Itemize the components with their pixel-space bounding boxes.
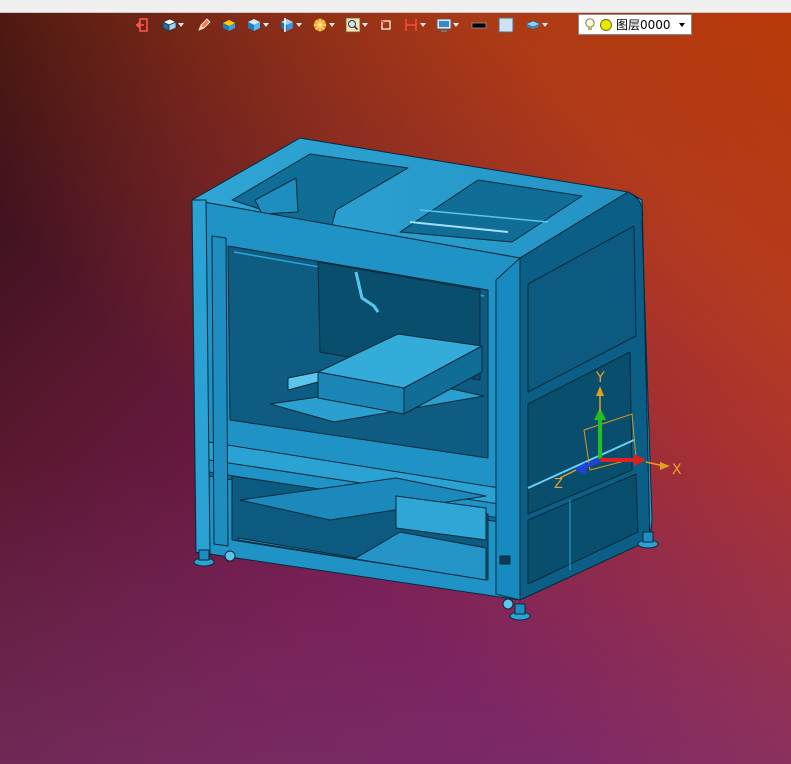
menu-strip — [0, 0, 791, 13]
rotate-view-icon[interactable] — [378, 17, 394, 33]
chevron-down-icon[interactable] — [679, 22, 685, 27]
chevron-down-icon[interactable] — [541, 17, 549, 33]
toolbar-item-line-style[interactable] — [471, 15, 487, 35]
layer-dropdown[interactable]: 图层0000 — [578, 14, 692, 35]
triad-x-label: X — [672, 462, 682, 478]
toolbar-item-zoom[interactable] — [345, 15, 369, 35]
cad-model-view[interactable]: Y X Z — [0, 0, 791, 764]
solid-box-icon[interactable] — [221, 17, 237, 33]
toolbar-item-section[interactable] — [279, 15, 303, 35]
background-color-icon[interactable] — [498, 17, 514, 33]
exit-sketch-icon[interactable] — [134, 17, 150, 33]
toolbar-item-appearance[interactable] — [312, 15, 336, 35]
measure-icon[interactable] — [403, 17, 419, 33]
toolbar-item-layers[interactable] — [525, 15, 549, 35]
lightbulb-icon[interactable] — [584, 17, 596, 33]
pencil-icon[interactable] — [196, 17, 212, 33]
triad-y-label: Y — [595, 370, 605, 386]
yellow-dot-icon[interactable] — [599, 18, 613, 32]
toolbar-item-rotate[interactable] — [378, 15, 394, 35]
zoom-icon[interactable] — [345, 17, 361, 33]
triad-z-label: Z — [554, 477, 563, 492]
toolbar-item-exit[interactable] — [134, 15, 150, 35]
section-view-icon[interactable] — [279, 17, 295, 33]
toolbar-item-measure[interactable] — [403, 15, 427, 35]
chevron-down-icon[interactable] — [452, 17, 460, 33]
chevron-down-icon[interactable] — [419, 17, 427, 33]
heads-up-toolbar — [134, 14, 549, 36]
chevron-down-icon[interactable] — [177, 17, 185, 33]
shaded-cube-icon[interactable] — [246, 17, 262, 33]
view-orientation-icon[interactable] — [161, 17, 177, 33]
toolbar-item-background[interactable] — [498, 15, 514, 35]
graphics-viewport[interactable]: 图层0000 Y X Z — [0, 0, 791, 764]
chevron-down-icon[interactable] — [328, 17, 336, 33]
display-settings-icon[interactable] — [436, 17, 452, 33]
layers-icon[interactable] — [525, 17, 541, 33]
toolbar-item-view-orientation[interactable] — [161, 15, 185, 35]
toolbar-item-display[interactable] — [436, 15, 460, 35]
toolbar-item-solid[interactable] — [221, 15, 237, 35]
chevron-down-icon[interactable] — [295, 17, 303, 33]
appearance-icon[interactable] — [312, 17, 328, 33]
chevron-down-icon[interactable] — [262, 17, 270, 33]
toolbar-item-shaded[interactable] — [246, 15, 270, 35]
line-style-icon[interactable] — [471, 17, 487, 33]
chevron-down-icon[interactable] — [361, 17, 369, 33]
layer-name: 图层0000 — [616, 18, 671, 32]
toolbar-item-pencil[interactable] — [196, 15, 212, 35]
machine-frame[interactable] — [191, 137, 659, 621]
